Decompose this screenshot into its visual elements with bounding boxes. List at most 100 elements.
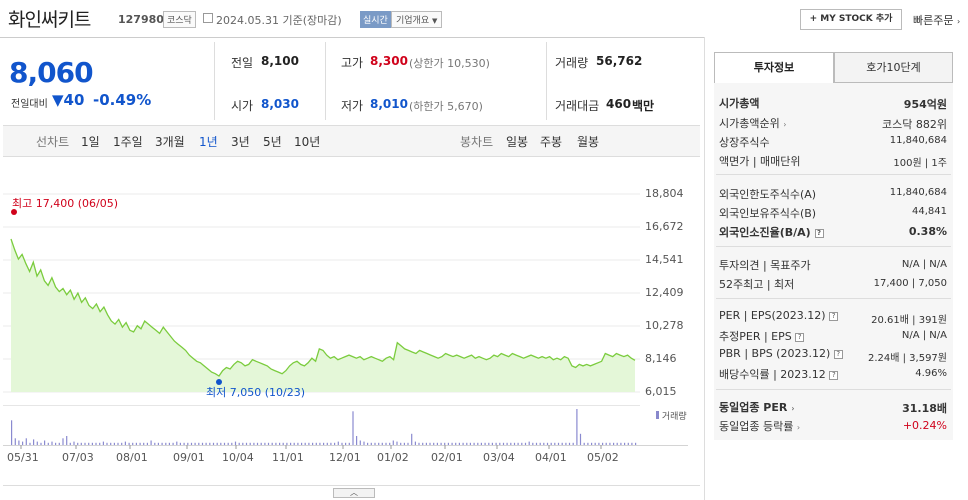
dividend-yield-label: 배당수익률 | 2023.12	[719, 368, 826, 381]
pbr-bps: PBR | BPS (2023.12) ?	[719, 347, 843, 360]
opinion-label: 투자의견 | 목표주가	[719, 259, 811, 272]
est-per-eps: 추정PER | EPS ?	[719, 328, 805, 344]
low-value: 8,010	[370, 97, 408, 111]
upper-limit: (상한가 10,530)	[409, 57, 490, 70]
sector-change[interactable]: 동일업종 등락률 ›	[719, 418, 800, 434]
volume-bar	[579, 433, 582, 445]
help-icon[interactable]: ?	[795, 333, 805, 342]
tab-order-book[interactable]: 호가10단계	[834, 52, 953, 83]
candle-chart-label: 봉차트	[460, 135, 494, 149]
low-label: 저가	[341, 99, 364, 113]
y-tick-label: 14,541	[645, 253, 684, 266]
52w-value: 17,400 | 7,050	[873, 278, 947, 289]
help-icon[interactable]: ?	[829, 371, 839, 380]
x-tick-label: 03/04	[483, 451, 515, 464]
low-annotation: 최저 7,050 (10/23)	[206, 386, 306, 399]
overview-label: 기업개요	[396, 16, 430, 26]
x-tick-label: 08/01	[116, 451, 148, 464]
market-cap-label: 시가총액	[719, 97, 760, 110]
divider	[716, 246, 951, 247]
listed-shares-value: 11,840,684	[889, 135, 947, 146]
price-change-percent: -0.49%	[93, 91, 152, 109]
tab-1w[interactable]: 1주일	[113, 133, 143, 150]
open-label: 시가	[231, 99, 254, 113]
y-tick-label: 16,672	[645, 220, 684, 233]
x-tick-label: 04/01	[535, 451, 567, 464]
tab-invest-info[interactable]: 투자정보	[714, 52, 834, 83]
dividend-yield: 배당수익률 | 2023.12 ?	[719, 366, 839, 382]
volume-bar	[14, 438, 16, 445]
volume-bar	[352, 411, 354, 445]
line-chart-label: 선차트	[36, 135, 70, 149]
sector-per[interactable]: 동일업종 PER ›	[719, 399, 795, 415]
tab-5y[interactable]: 5년	[263, 133, 282, 150]
x-tick-label: 01/02	[377, 451, 409, 464]
tab-daily[interactable]: 일봉	[506, 133, 528, 150]
volume-label: 거래량	[555, 56, 589, 70]
market-cap-rank-label: 시가총액순위	[719, 117, 780, 130]
tab-1d[interactable]: 1일	[81, 133, 100, 150]
x-tick-label: 10/04	[222, 451, 254, 464]
tab-10y[interactable]: 10년	[294, 133, 320, 150]
x-tick-label: 12/01	[329, 451, 361, 464]
tab-weekly[interactable]: 주봉	[540, 133, 562, 150]
divider	[214, 42, 215, 120]
foreign-holding-label: 외국인보유주식수(B)	[719, 207, 817, 220]
per-eps-value: 20.61배 | 391원	[871, 315, 947, 326]
52w-label: 52주최고 | 최저	[719, 278, 795, 291]
trade-amount-label: 거래대금	[555, 99, 600, 113]
x-tick-label: 09/01	[173, 451, 205, 464]
market-cap-rank[interactable]: 시가총액순위 ›	[719, 115, 786, 131]
tab-1y[interactable]: 1년	[199, 133, 218, 150]
sector-change-label: 동일업종 등락률	[719, 420, 794, 433]
chevron-right-icon: ›	[956, 17, 961, 26]
foreign-ratio-label: 외국인소진율(B/A)	[719, 226, 811, 239]
est-per-eps-label: 추정PER | EPS	[719, 330, 792, 343]
y-tick-label: 8,146	[645, 352, 677, 365]
per-eps-label: PER | EPS(2023.12)	[719, 309, 826, 322]
price-chart[interactable]	[3, 180, 640, 400]
volume-bar	[25, 438, 27, 445]
collapse-button[interactable]: ︿	[333, 488, 375, 498]
par-value-value: 100원 | 1주	[893, 158, 947, 169]
pbr-bps-label: PBR | BPS (2023.12)	[719, 347, 831, 360]
sector-change-value: +0.24%	[902, 419, 947, 432]
volume-bar	[356, 436, 358, 445]
per-eps: PER | EPS(2023.12) ?	[719, 309, 839, 322]
par-value-label: 액면가 | 매매단위	[719, 155, 801, 168]
y-tick-label: 18,804	[645, 187, 684, 200]
prev-close-label: 전일	[231, 56, 254, 70]
high-annotation: 최고 17,400 (06/05)	[12, 197, 119, 210]
chevron-right-icon: ›	[791, 404, 795, 413]
chart-bottom-divider	[3, 485, 700, 486]
help-icon[interactable]: ?	[833, 350, 843, 359]
stock-code: 127980	[118, 13, 164, 26]
tab-3y[interactable]: 3년	[231, 133, 250, 150]
sector-per-label: 동일업종 PER	[719, 401, 788, 414]
divider	[325, 42, 326, 120]
dividend-yield-value: 4.96%	[915, 368, 947, 379]
x-tick-label: 02/01	[431, 451, 463, 464]
help-icon[interactable]: ?	[814, 229, 824, 238]
market-badge: 코스닥	[163, 11, 196, 28]
prev-close-value: 8,100	[261, 54, 299, 68]
market-cap-rank-value: 코스닥 882위	[882, 118, 947, 131]
volume-bar	[66, 436, 68, 445]
quick-order-label: 빠른주문	[913, 14, 954, 27]
quick-order-button[interactable]: 빠른주문 ›	[913, 12, 960, 28]
add-my-stock-button[interactable]: + MY STOCK 추가	[800, 9, 902, 30]
tab-3m[interactable]: 3개월	[155, 133, 185, 150]
sector-per-value: 31.18배	[902, 402, 947, 415]
y-tick-label: 10,278	[645, 319, 684, 332]
trade-amount-value: 460	[606, 97, 632, 111]
help-icon[interactable]: ?	[829, 312, 839, 321]
company-overview-dropdown[interactable]: 기업개요 ▼	[391, 11, 443, 28]
tab-monthly[interactable]: 월봉	[577, 133, 599, 150]
realtime-button[interactable]: 실시간	[360, 11, 391, 28]
divider	[716, 298, 951, 299]
chevron-right-icon: ›	[796, 423, 801, 432]
base-date: 2024.05.31 기준(장마감)	[216, 14, 342, 27]
y-tick-label: 6,015	[645, 385, 677, 398]
high-label: 고가	[341, 56, 364, 70]
trade-amount-unit: 백만	[632, 99, 655, 113]
